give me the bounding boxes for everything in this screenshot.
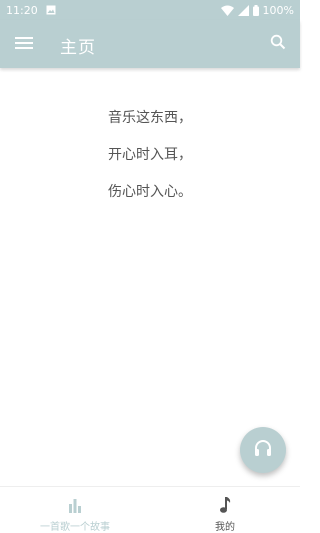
search-button[interactable] <box>266 32 290 56</box>
page-title: 主页 <box>60 38 96 58</box>
main-content: 音乐这东西， 开心时入耳， 伤心时入心。 <box>0 68 300 486</box>
nav-label-story: 一首歌一个故事 <box>40 522 110 533</box>
poem-line-2: 开心时入耳， <box>108 147 192 163</box>
nav-label-mine: 我的 <box>215 522 235 533</box>
status-time: 11:20 <box>6 3 38 17</box>
signal-icon <box>237 4 249 16</box>
poem-line-3: 伤心时入心。 <box>108 184 192 200</box>
menu-icon <box>15 35 33 54</box>
app-bar: 主页 <box>0 20 300 68</box>
nav-item-mine[interactable]: 我的 <box>150 487 300 533</box>
poem: 音乐这东西， 开心时入耳， 伤心时入心。 <box>0 106 300 217</box>
battery-icon <box>252 4 259 16</box>
battery-level: 100% <box>262 3 294 17</box>
image-notification-icon <box>46 5 56 15</box>
headphones-icon <box>253 438 273 462</box>
bar-chart-icon <box>67 496 83 514</box>
headphones-fab[interactable] <box>240 427 286 473</box>
bottom-nav: 一首歌一个故事 我的 <box>0 486 300 533</box>
music-note-icon <box>218 496 232 514</box>
poem-line-1: 音乐这东西， <box>108 110 192 126</box>
menu-button[interactable] <box>12 32 36 56</box>
search-icon <box>270 34 286 54</box>
nav-item-story[interactable]: 一首歌一个故事 <box>0 487 150 533</box>
wifi-icon <box>220 5 234 16</box>
status-bar: 11:20 100% <box>0 0 300 20</box>
